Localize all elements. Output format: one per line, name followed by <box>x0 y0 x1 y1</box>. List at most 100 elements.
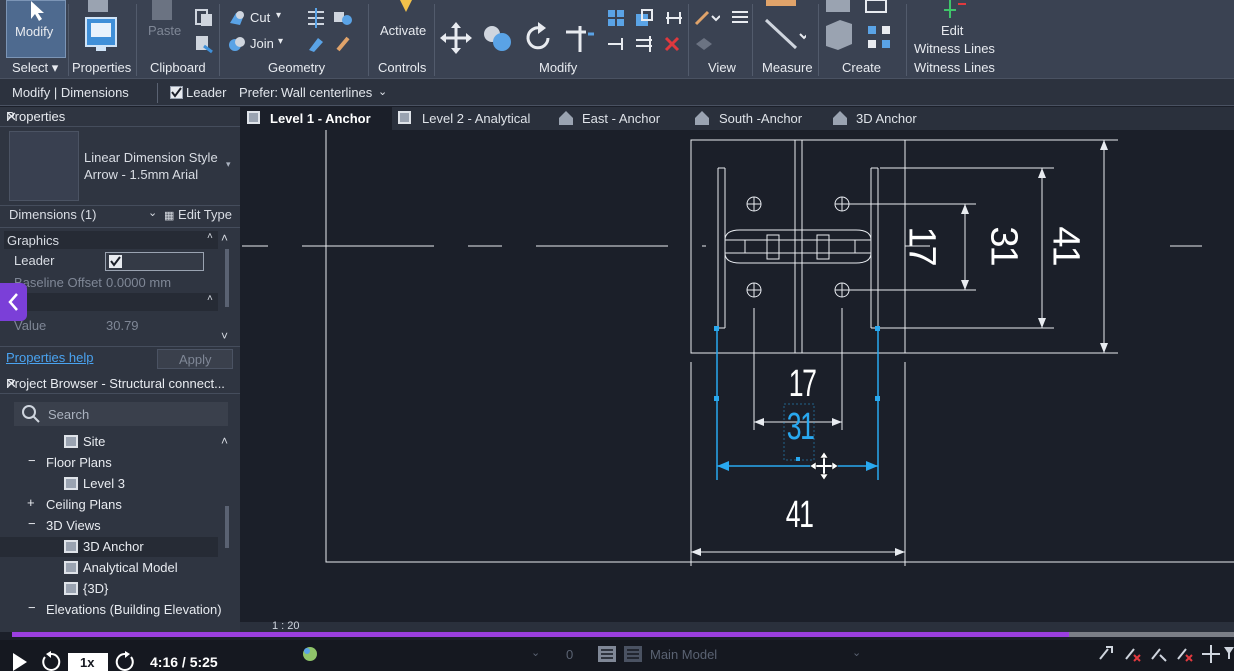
filter-icon[interactable] <box>1224 647 1234 661</box>
array-icon[interactable] <box>634 34 654 54</box>
tree-item[interactable]: 3D Anchor <box>0 537 218 557</box>
tab-level-2-analytical[interactable]: Level 2 - Analytical <box>392 107 552 130</box>
leader-prop-field[interactable] <box>105 252 204 271</box>
activate-button[interactable]: Activate <box>376 0 432 50</box>
apply-button[interactable]: Apply <box>157 349 233 369</box>
split-element-icon[interactable] <box>606 34 626 54</box>
scale-label[interactable]: 1 : 20 <box>272 620 300 632</box>
scroll-up-icon[interactable]: ˄ <box>221 231 228 245</box>
edit-type-button[interactable]: ▦ Edit Type <box>164 207 232 222</box>
select-dropdown[interactable]: Select ▾ <box>12 60 58 76</box>
tree-item[interactable]: − Floor Plans <box>0 453 218 473</box>
tree-item[interactable]: − Elevations (Building Elevation) <box>0 600 222 620</box>
close-properties-icon[interactable]: ✕ <box>6 109 236 125</box>
copy-element-icon[interactable] <box>482 22 514 54</box>
close-browser-icon[interactable]: ✕ <box>6 376 236 392</box>
project-browser: Project Browser - Structural connect... … <box>0 374 240 632</box>
drawing-canvas[interactable]: 17 31 41 17 31 41 <box>240 130 1234 624</box>
demolish-icon[interactable] <box>334 34 354 54</box>
pin-icon[interactable] <box>664 8 684 28</box>
filter-zero: 0 <box>566 647 574 662</box>
type-chevron-icon[interactable]: ▾ <box>226 159 231 170</box>
type-name-line2[interactable]: Arrow - 1.5mm Arial <box>84 167 198 182</box>
paint-icon[interactable] <box>306 34 326 54</box>
paste-button[interactable]: Paste <box>142 0 186 50</box>
leader-prop-checkbox[interactable] <box>109 255 122 268</box>
select-links-icon[interactable] <box>1098 645 1116 663</box>
browser-search-input[interactable]: Search <box>14 402 228 426</box>
dimension-41-right[interactable]: 41 <box>1044 226 1087 264</box>
select-underlay-icon[interactable] <box>1124 645 1142 663</box>
dimension-41-bottom[interactable]: 41 <box>786 494 814 537</box>
leader-checkbox[interactable] <box>170 86 183 99</box>
type-name-line1[interactable]: Linear Dimension Style <box>84 150 218 165</box>
collapse-minus-icon[interactable]: − <box>28 516 36 531</box>
measure-icon[interactable] <box>760 0 806 50</box>
edit-witness-lines-button[interactable]: Edit Witness Lines <box>910 0 996 58</box>
chevron-down-icon[interactable]: ⌄ <box>531 646 540 659</box>
other-section-header[interactable]: ˄ <box>4 293 218 311</box>
tab-east-anchor[interactable]: East - Anchor <box>552 107 688 130</box>
properties-icon <box>85 17 117 51</box>
hide-element-icon[interactable] <box>694 34 716 54</box>
panel-collapse-button[interactable] <box>0 283 27 321</box>
select-by-face-icon[interactable] <box>1176 645 1194 663</box>
scroll-down-icon[interactable]: ˅ <box>221 329 228 343</box>
tree-item[interactable]: Level 3 <box>0 474 218 494</box>
forward-icon[interactable] <box>114 651 136 671</box>
join-button[interactable]: Join ▾ <box>228 35 288 53</box>
instance-filter[interactable]: Dimensions (1) <box>9 207 96 222</box>
speed-button[interactable]: 1x <box>68 653 108 671</box>
list-icon[interactable] <box>598 646 616 662</box>
move-icon[interactable] <box>440 22 472 54</box>
linework-icon[interactable] <box>730 8 750 28</box>
dimension-17-bottom[interactable]: 17 <box>789 363 817 406</box>
create-assembly-icon[interactable] <box>822 0 856 50</box>
replay-icon[interactable] <box>40 651 62 671</box>
tab-south-anchor[interactable]: South -Anchor <box>688 107 826 130</box>
tree-item[interactable]: Analytical Model <box>0 558 218 578</box>
browser-scrollbar[interactable]: ˄ <box>220 434 234 630</box>
chevron-down-icon[interactable]: ⌄ <box>852 646 861 659</box>
align-icon[interactable] <box>606 8 626 28</box>
expand-plus-icon[interactable]: + <box>27 495 35 510</box>
cut-button[interactable]: Cut ▾ <box>228 9 288 27</box>
rotate-icon[interactable] <box>522 22 554 54</box>
modify-button[interactable]: Modify <box>6 0 66 58</box>
delete-icon[interactable] <box>662 34 682 54</box>
tree-item[interactable]: {3D} <box>0 579 218 599</box>
tree-item[interactable]: + Ceiling Plans <box>0 495 218 515</box>
tab-level-1-anchor[interactable]: Level 1 - Anchor <box>240 107 392 130</box>
tab-3d-anchor[interactable]: 3D Anchor <box>826 107 946 130</box>
graphics-section-header[interactable]: Graphics ˄ <box>4 231 218 249</box>
view-controls[interactable] <box>330 622 630 632</box>
filter-chevron-icon[interactable]: ⌄ <box>148 206 157 219</box>
collapse-minus-icon[interactable]: − <box>28 600 36 615</box>
workset-icon[interactable] <box>300 644 320 664</box>
copy-icon[interactable] <box>194 8 214 28</box>
wall-joins-icon[interactable] <box>306 8 326 28</box>
scroll-up-icon[interactable]: ˄ <box>221 434 228 448</box>
select-pinned-icon[interactable] <box>1150 645 1168 663</box>
properties-button[interactable] <box>74 0 128 58</box>
collapse-minus-icon[interactable]: − <box>28 453 36 468</box>
prefer-select[interactable]: Wall centerlines <box>281 85 372 100</box>
create-group-icon[interactable] <box>862 0 896 50</box>
play-icon[interactable] <box>11 653 31 671</box>
dimension-17-right[interactable]: 17 <box>900 226 943 264</box>
prefer-chevron-icon[interactable]: ⌄ <box>378 85 387 98</box>
dimension-31-right[interactable]: 31 <box>982 226 1025 264</box>
drag-elements-icon[interactable] <box>1202 645 1220 663</box>
model-select[interactable]: Main Model <box>650 647 717 662</box>
match-type-icon[interactable] <box>194 34 214 54</box>
split-face-icon[interactable] <box>332 8 358 28</box>
trim-extend-icon[interactable] <box>562 22 596 54</box>
tree-item[interactable]: Site <box>0 432 218 452</box>
properties-scrollbar[interactable]: ˄ ˅ <box>220 231 234 345</box>
properties-help-link[interactable]: Properties help <box>6 350 93 365</box>
dimension-31-selected[interactable]: 31 <box>787 406 815 449</box>
override-graphics-icon[interactable] <box>694 8 720 28</box>
list-alt-icon[interactable] <box>624 646 642 662</box>
scale-icon[interactable] <box>634 8 654 28</box>
tree-item[interactable]: − 3D Views <box>0 516 218 536</box>
